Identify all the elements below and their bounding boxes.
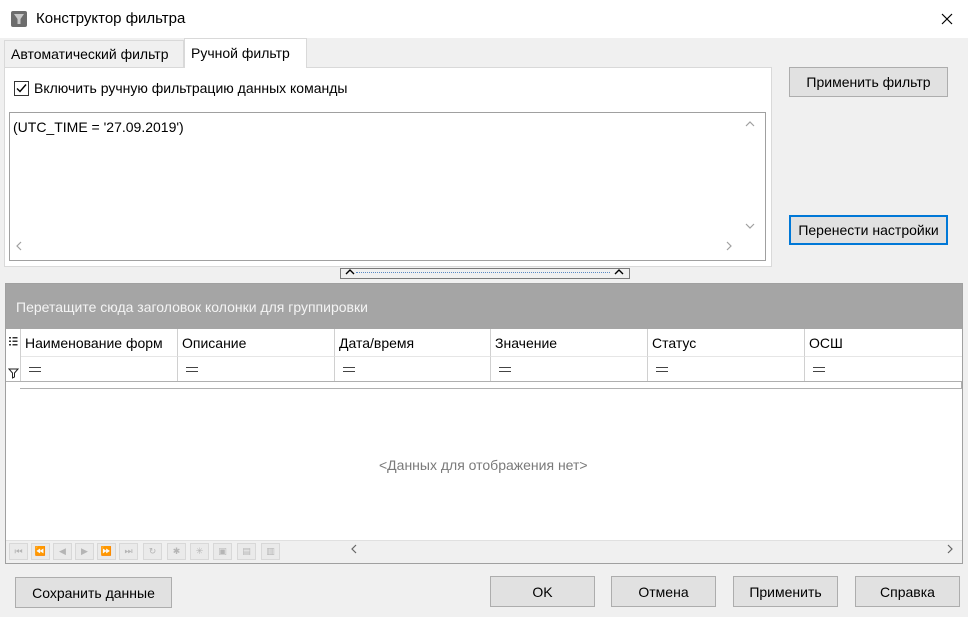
post-record-icon[interactable]: ▤: [237, 543, 256, 560]
transfer-settings-button[interactable]: Перенести настройки: [789, 215, 948, 245]
collapse-up-icon[interactable]: [345, 264, 355, 278]
close-icon: [941, 13, 953, 25]
filter-cell-snr[interactable]: [805, 356, 962, 382]
divider: [961, 381, 962, 389]
refresh-icon[interactable]: ↻: [143, 543, 162, 560]
column-header-snr[interactable]: ОСШ: [805, 329, 962, 356]
no-data-message: <Данных для отображения нет>: [379, 457, 588, 473]
equals-icon: [186, 367, 198, 372]
delete-record-icon[interactable]: ✳: [190, 543, 209, 560]
close-button[interactable]: [926, 0, 968, 38]
column-header-status[interactable]: Статус: [648, 329, 805, 356]
equals-icon: [656, 367, 668, 372]
group-panel-hint: Перетащите сюда заголовок колонки для гр…: [16, 299, 368, 315]
checkmark-icon: [16, 84, 27, 93]
tab-manual-filter[interactable]: Ручной фильтр: [184, 38, 307, 68]
splitter-grip: [356, 272, 610, 273]
last-page-icon[interactable]: ⏭: [119, 543, 138, 560]
equals-icon: [813, 367, 825, 372]
enable-manual-filter-checkbox[interactable]: [14, 81, 29, 96]
enable-manual-filter-label[interactable]: Включить ручную фильтрацию данных команд…: [34, 80, 347, 96]
help-button[interactable]: Справка: [855, 576, 960, 607]
window-title: Конструктор фильтра: [36, 10, 186, 27]
save-data-button[interactable]: Сохранить данные: [15, 577, 172, 608]
app-icon: [10, 10, 28, 28]
first-page-icon[interactable]: ⏮: [9, 543, 28, 560]
divider: [20, 388, 962, 389]
column-chooser-icon[interactable]: [9, 335, 18, 351]
grid-scroll-left-icon[interactable]: [350, 542, 358, 557]
column-header-value[interactable]: Значение: [491, 329, 648, 356]
filter-cell-status[interactable]: [648, 356, 805, 382]
divider: [6, 381, 962, 382]
next-page-icon[interactable]: ⏩: [97, 543, 116, 560]
scroll-up-icon[interactable]: [745, 117, 755, 131]
prev-page-icon[interactable]: ⏪: [31, 543, 50, 560]
scroll-down-icon[interactable]: [745, 219, 755, 233]
edit-record-icon[interactable]: ▣: [213, 543, 232, 560]
append-record-icon[interactable]: ✱: [167, 543, 186, 560]
column-header-datetime[interactable]: Дата/время: [335, 329, 491, 356]
apply-filter-button[interactable]: Применить фильтр: [789, 67, 948, 97]
collapse-up-icon-right[interactable]: [614, 264, 624, 278]
equals-icon: [343, 367, 355, 372]
column-header-description[interactable]: Описание: [178, 329, 335, 356]
equals-icon: [29, 367, 41, 372]
equals-icon: [499, 367, 511, 372]
apply-button[interactable]: Применить: [733, 576, 838, 607]
scroll-right-icon[interactable]: [725, 239, 733, 254]
filter-cell-form-name[interactable]: [21, 356, 178, 382]
ok-button[interactable]: OK: [490, 576, 595, 607]
scroll-left-icon[interactable]: [15, 239, 23, 254]
filter-cell-datetime[interactable]: [335, 356, 491, 382]
grid-scroll-right-icon[interactable]: [946, 542, 954, 557]
cancel-button[interactable]: Отмена: [611, 576, 716, 607]
filter-row-icon: [7, 366, 20, 382]
filter-cell-value[interactable]: [491, 356, 648, 382]
next-record-icon[interactable]: ▶: [75, 543, 94, 560]
splitter-handle[interactable]: [340, 268, 630, 279]
prev-record-icon[interactable]: ◀: [53, 543, 72, 560]
cancel-edit-icon[interactable]: ▥: [261, 543, 280, 560]
tab-automatic-filter[interactable]: Автоматический фильтр: [4, 40, 184, 67]
filter-cell-description[interactable]: [178, 356, 335, 382]
column-header-form-name[interactable]: Наименование форм: [21, 329, 178, 356]
filter-expression-text: (UTC_TIME = '27.09.2019'): [13, 119, 184, 135]
